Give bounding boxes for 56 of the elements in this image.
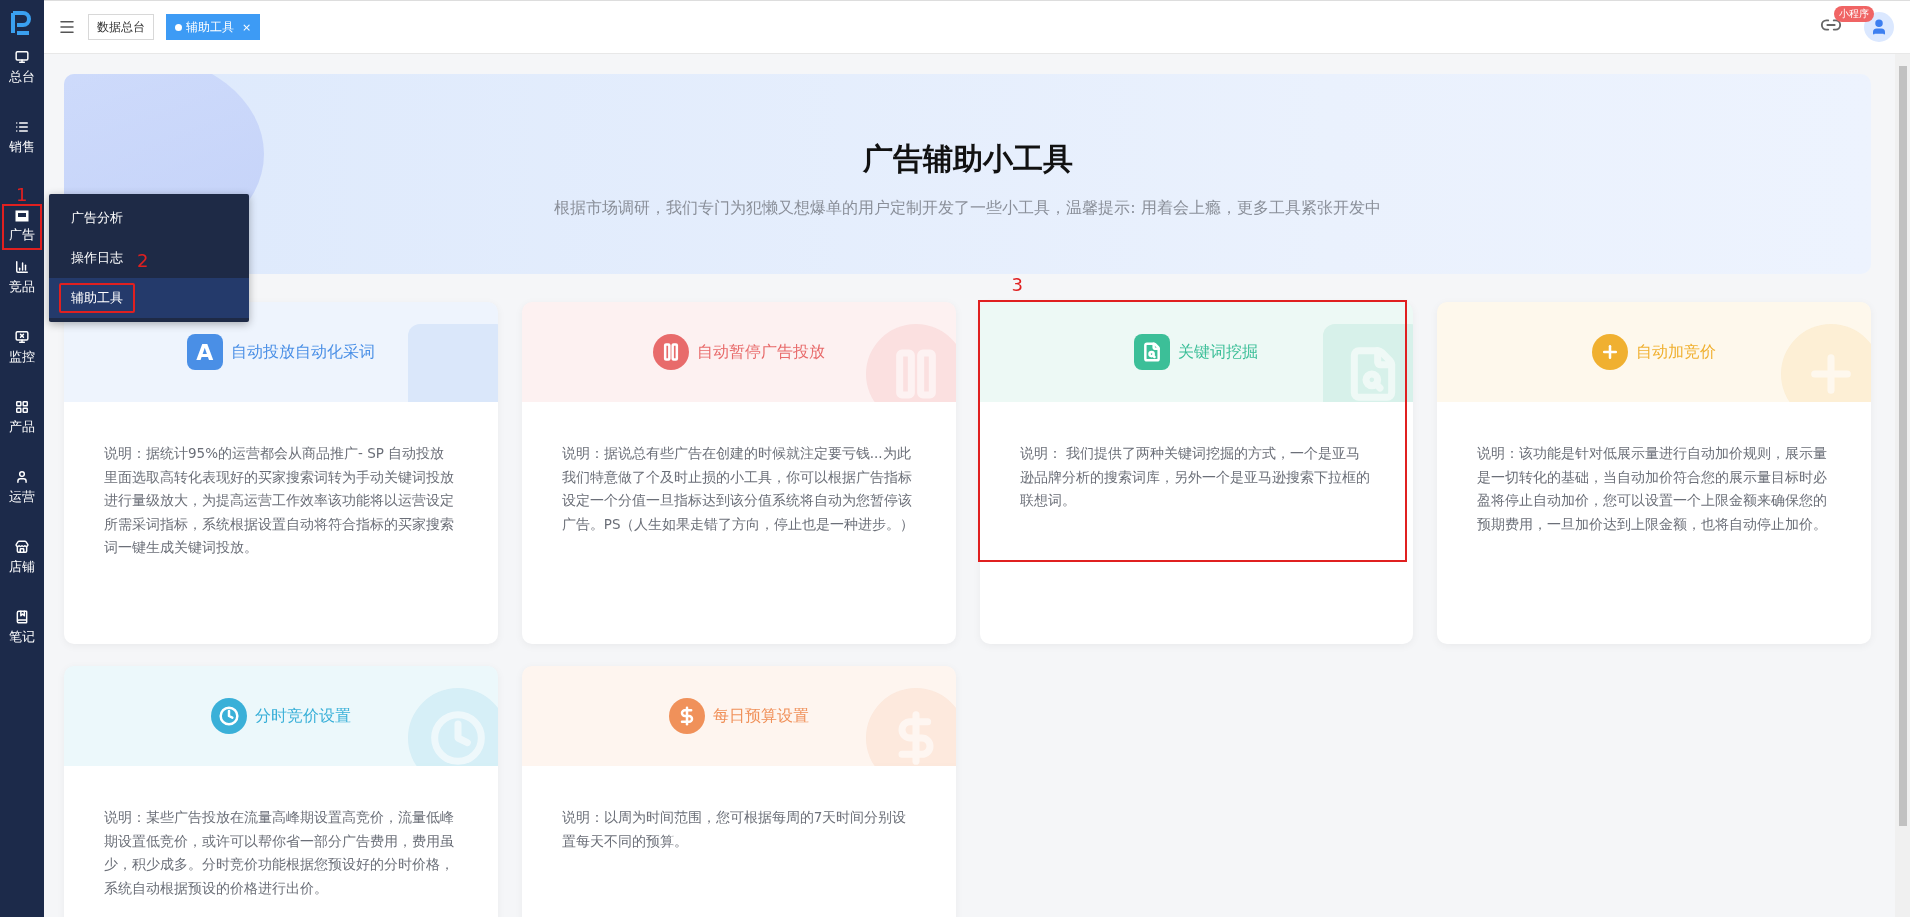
card-description: 说明： 我们提供了两种关键词挖掘的方式，一个是亚马逊品牌分析的搜索词库，另外一个是亚马逊搜索下拉框的联想词。 xyxy=(1018,444,1371,510)
scrollbar[interactable] xyxy=(1895,54,1910,917)
card-title: 自动暂停广告投放 xyxy=(696,341,825,363)
dot-icon xyxy=(175,23,182,31)
banner-title: 广告辅助小工具 xyxy=(862,140,1073,178)
annotation-number: 2 xyxy=(137,252,149,270)
annotation-number: 3 xyxy=(1011,274,1023,295)
faint-plus-icon xyxy=(1781,324,1871,402)
store-icon xyxy=(15,540,29,554)
card-title: 自动加竞价 xyxy=(1636,341,1717,363)
faint-document-search-icon xyxy=(1323,324,1414,402)
clock-icon xyxy=(210,698,247,734)
sidebar-item[interactable]: 运营 xyxy=(4,470,40,506)
tool-card[interactable]: 每日预算设置 说明：以周为时间范围，您可根据每周的7天时间分别设置每天不同的预算。 xyxy=(521,666,956,917)
user-icon xyxy=(15,470,29,484)
card-description: 说明：据统计95%的运营都会从商品推广- SP 自动投放里面选取高转化表现好的买家搜索词转为手动关键词投放进行量级放大，为提高运营工作效率该功能将以运营设定所需采词指标，系统根据设置自动将符合指标的买家搜索词一键生成关键词投放。 xyxy=(103,444,455,557)
menu-item[interactable]: 广告分析 xyxy=(49,198,249,238)
banner-subtitle: 根据市场调研，我们专门为犯懒又想爆单的用户定制开发了一些小工具，温馨提示: 用着会上瘾，更多工具紧张开发中 xyxy=(554,198,1381,219)
card-description: 说明：该功能是针对低展示量进行自动加价规则，展示量是一切转化的基础，当自动加价符合您的展示量目标时必盈将停止自动加价，您可以设置一个上限金额来确保您的预期费用，一旦加价达到上限金额，也将自动停止加价。 xyxy=(1476,444,1829,534)
list-icon xyxy=(15,120,29,134)
faint-letter-tile-icon xyxy=(407,324,498,402)
menu-item[interactable]: 操作日志 2 xyxy=(49,238,249,278)
tool-card[interactable]: 自动暂停广告投放 说明：据说总有些广告在创建的时候就注定要亏钱...为此我们特意做了个及时止损的小工具，你可以根据广告指标设定一个分值一旦指标达到该分值系统将自动为您暂停该广告。PS（人生如果走错了方向，停止也是一种进步。） xyxy=(521,302,956,644)
sidebar-item[interactable]: 广告 xyxy=(4,206,40,248)
bar-chart-icon xyxy=(15,260,29,274)
tab[interactable]: 数据总台 xyxy=(88,14,154,40)
card-description: 说明：某些广告投放在流量高峰期设置高竞价，流量低峰期设置低竞价，或许可以帮你省一部分广告费用，费用虽少，积少成多。分时竞价功能根据您预设好的分时价格，系统自动根据预设的价格进行出价。 xyxy=(103,808,455,898)
sidebar-item[interactable]: 总台 xyxy=(4,50,40,86)
plus-icon xyxy=(1592,334,1629,370)
sidebar-item[interactable]: 销售 xyxy=(4,120,40,156)
tool-card[interactable]: 自动加竞价 说明：该功能是针对低展示量进行自动加价规则，展示量是一切转化的基础，当自动加价符合您的展示量目标时必盈将停止自动加价，您可以设置一个上限金额来确保您的预期费用，一旦加价达到上限金额，也将自动停止加价。 xyxy=(1437,302,1871,644)
sidebar-item[interactable]: 产品 xyxy=(4,400,40,436)
document-search-icon xyxy=(1134,334,1171,370)
book-icon xyxy=(15,610,29,624)
tool-card[interactable]: 分时竞价设置 说明：某些广告投放在流量高峰期设置高竞价，流量低峰期设置低竞价，或许可以帮你省一部分广告费用，费用虽少，积少成多。分时竞价功能根据您预设好的分时价格，系统自动根据预设的价格进行出价。 xyxy=(64,666,498,917)
sidebar-item[interactable]: 店铺 xyxy=(4,540,40,576)
sidebar-item[interactable]: 监控 xyxy=(4,330,40,366)
pause-icon xyxy=(652,334,689,370)
grid-icon xyxy=(15,400,29,414)
card-description: 说明：据说总有些广告在创建的时候就注定要亏钱...为此我们特意做了个及时止损的小工具，你可以根据广告指标设定一个分值一旦指标达到该分值系统将自动为您暂停该广告。PS（人生如果走错了方向，停止也是一种进步。） xyxy=(560,444,916,534)
card-title: 每日预算设置 xyxy=(712,705,809,727)
card-title: 分时竞价设置 xyxy=(254,705,351,727)
card-description: 说明：以周为时间范围，您可根据每周的7天时间分别设置每天不同的预算。 xyxy=(560,808,908,851)
sidebar-item[interactable]: 竞品 xyxy=(4,260,40,296)
ad-icon xyxy=(15,210,29,222)
dollar-icon xyxy=(668,698,705,734)
menu-item[interactable]: 辅助工具 xyxy=(49,278,249,318)
monitor-icon xyxy=(15,50,29,64)
annotation-number: 1 xyxy=(16,186,28,204)
menu-icon[interactable] xyxy=(58,18,76,36)
monitor-alert-icon xyxy=(15,330,29,344)
sidebar-item[interactable]: 笔记 xyxy=(4,610,40,646)
letter-tile-icon: A xyxy=(186,334,223,370)
card-title: 关键词挖掘 xyxy=(1178,341,1259,363)
mini-program-badge: 小程序 xyxy=(1834,6,1874,22)
card-title: 自动投放自动化采词 xyxy=(230,341,375,363)
